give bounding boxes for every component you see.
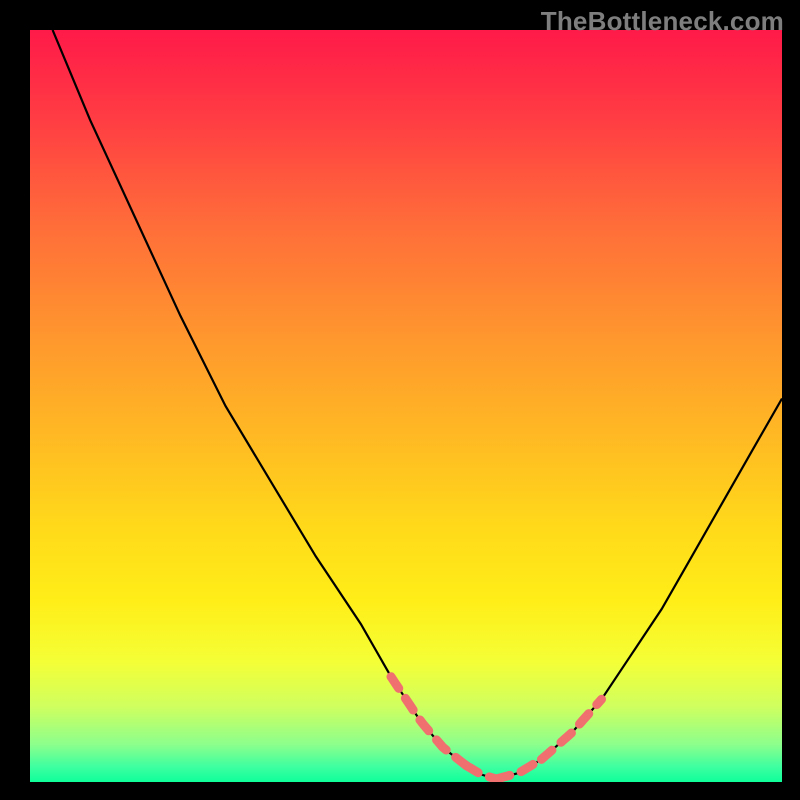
dash-region-0: [391, 677, 466, 766]
curve-left-branch: [53, 30, 497, 779]
dash-region-2: [496, 759, 541, 779]
plot-area: [30, 30, 782, 782]
curve-paths: [53, 30, 782, 779]
dash-markers: [391, 677, 602, 779]
curve-right-branch: [496, 399, 782, 780]
curve-layer: [30, 30, 782, 782]
dash-region-1: [466, 766, 496, 780]
watermark-text: TheBottleneck.com: [541, 6, 784, 37]
chart-frame: TheBottleneck.com: [0, 0, 800, 800]
